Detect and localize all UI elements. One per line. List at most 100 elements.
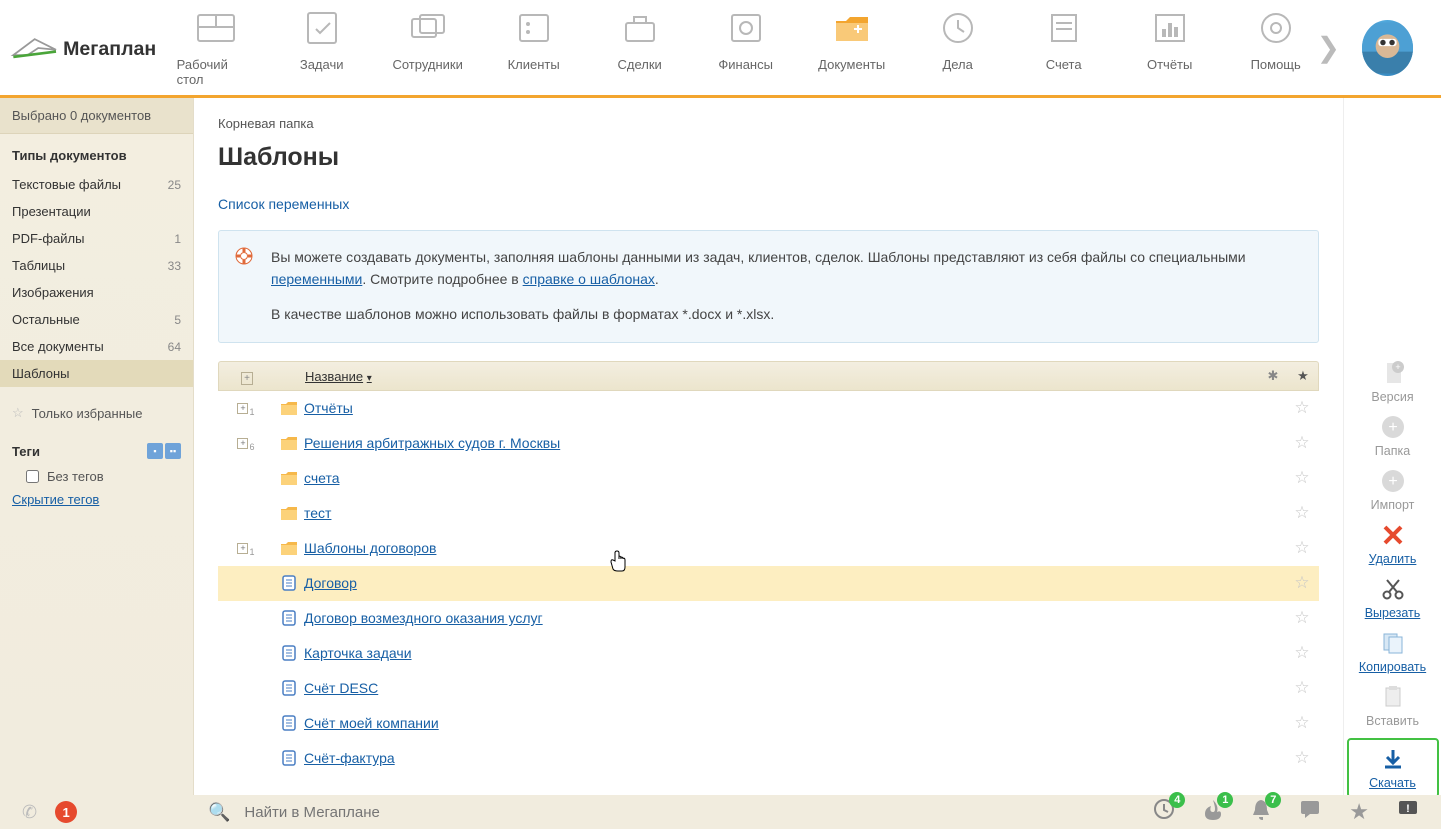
notif-bell-icon[interactable]: 7 <box>1251 798 1271 826</box>
row-star-icon[interactable] <box>1285 643 1319 663</box>
templates-help-link[interactable]: справке о шаблонах <box>523 271 655 287</box>
notif-fire-icon[interactable]: 1 <box>1203 798 1223 826</box>
row-link[interactable]: Шаблоны договоров <box>304 540 436 556</box>
row-star-icon[interactable] <box>1285 713 1319 733</box>
no-tags-checkbox[interactable] <box>26 470 39 483</box>
row-star-icon[interactable] <box>1285 503 1319 523</box>
sidebar-item-type[interactable]: Остальные5 <box>0 306 193 333</box>
row-link[interactable]: Счёт моей компании <box>304 715 439 731</box>
table-row[interactable]: +1 Отчёты <box>218 391 1319 426</box>
sidebar-item-templates[interactable]: Шаблоны <box>0 360 193 387</box>
settings-gear-icon[interactable]: ✱ <box>1258 368 1288 384</box>
nav-finance[interactable]: Финансы <box>707 9 785 87</box>
nav-more-chevron-icon[interactable]: ❯ <box>1315 31 1342 64</box>
row-link[interactable]: Договор <box>304 575 357 591</box>
rail-import[interactable]: + Импорт <box>1353 468 1433 512</box>
phone-icon[interactable]: ✆ <box>22 802 37 823</box>
nav-label: Дела <box>942 57 972 72</box>
bb-star-icon[interactable]: ★ <box>1349 799 1369 825</box>
notif-chat-icon[interactable]: 4 <box>1153 798 1175 826</box>
row-star-icon[interactable] <box>1285 468 1319 488</box>
sidebar-tags-header: Теги <box>12 444 40 459</box>
nav-employees[interactable]: Сотрудники <box>389 9 467 87</box>
nav-clients[interactable]: Клиенты <box>495 9 573 87</box>
rail-folder[interactable]: + Папка <box>1353 414 1433 458</box>
row-link[interactable]: Счёт-фактура <box>304 750 395 766</box>
row-star-icon[interactable] <box>1285 678 1319 698</box>
nav-reports[interactable]: Отчёты <box>1131 9 1209 87</box>
variables-list-link[interactable]: Список переменных <box>218 196 349 212</box>
sidebar-favorites-toggle[interactable]: Только избранные <box>0 397 193 429</box>
list-header: + Название ▾ ✱ ★ <box>218 361 1319 391</box>
bb-feedback-icon[interactable]: ! <box>1397 799 1419 825</box>
no-tags-label: Без тегов <box>47 469 104 484</box>
column-star-header[interactable]: ★ <box>1288 368 1318 384</box>
rail-copy[interactable]: Копировать <box>1353 630 1433 674</box>
row-expand-icon[interactable]: +1 <box>218 403 274 414</box>
row-link[interactable]: тест <box>304 505 331 521</box>
table-row[interactable]: Счёт DESC <box>218 671 1319 706</box>
table-row[interactable]: Счёт-фактура <box>218 741 1319 776</box>
nav-documents[interactable]: Документы <box>813 9 891 87</box>
row-star-icon[interactable] <box>1285 538 1319 558</box>
rail-version[interactable]: + Версия <box>1353 360 1433 404</box>
sidebar-item-label: Все документы <box>12 339 104 354</box>
table-row[interactable]: счета <box>218 461 1319 496</box>
tag-view-multi-icon[interactable]: ▪▪ <box>165 443 181 459</box>
row-star-icon[interactable] <box>1285 573 1319 593</box>
sidebar-hide-tags-link[interactable]: Скрытие тегов <box>0 488 193 511</box>
table-row[interactable]: +1 Шаблоны договоров <box>218 531 1319 566</box>
sidebar-item-type[interactable]: Текстовые файлы25 <box>0 171 193 198</box>
row-link[interactable]: счета <box>304 470 340 486</box>
table-row[interactable]: Договор <box>218 566 1319 601</box>
bb-comments-icon[interactable] <box>1299 799 1321 825</box>
table-row[interactable]: +6 Решения арбитражных судов г. Москвы <box>218 426 1319 461</box>
tag-view-single-icon[interactable]: ▪ <box>147 443 163 459</box>
sidebar-item-type[interactable]: PDF-файлы1 <box>0 225 193 252</box>
row-link[interactable]: Счёт DESC <box>304 680 378 696</box>
expand-all-icon[interactable]: + <box>219 369 275 384</box>
nav-desktop[interactable]: Рабочий стол <box>177 9 255 87</box>
table-row[interactable]: Счёт моей компании <box>218 706 1319 741</box>
row-link[interactable]: Договор возмездного оказания услуг <box>304 610 543 626</box>
row-link[interactable]: Решения арбитражных судов г. Москвы <box>304 435 560 451</box>
logo[interactable]: Мегаплан <box>0 23 177 73</box>
rail-download[interactable]: Скачать <box>1347 738 1439 798</box>
user-avatar[interactable] <box>1362 20 1413 76</box>
row-link[interactable]: Карточка задачи <box>304 645 412 661</box>
row-star-icon[interactable] <box>1285 748 1319 768</box>
nav-invoices[interactable]: Счета <box>1025 9 1103 87</box>
row-expand-icon[interactable]: +6 <box>218 438 274 449</box>
variables-link[interactable]: переменными <box>271 271 362 287</box>
nav-deals[interactable]: Сделки <box>601 9 679 87</box>
nav-todo[interactable]: Дела <box>919 9 997 87</box>
sidebar-item-type[interactable]: Презентации <box>0 198 193 225</box>
table-row[interactable]: тест <box>218 496 1319 531</box>
list-body: +1 Отчёты +6 Решения арбитражных судов г. М… <box>218 391 1319 776</box>
sidebar-item-type[interactable]: Все документы64 <box>0 333 193 360</box>
rail-paste[interactable]: Вставить <box>1353 684 1433 728</box>
row-star-icon[interactable] <box>1285 398 1319 418</box>
nav-tasks[interactable]: Задачи <box>283 9 361 87</box>
row-link[interactable]: Отчёты <box>304 400 353 416</box>
search-input[interactable] <box>244 804 987 821</box>
rail-delete[interactable]: Удалить <box>1353 522 1433 566</box>
row-star-icon[interactable] <box>1285 433 1319 453</box>
nav-help[interactable]: Помощь <box>1237 9 1315 87</box>
global-search[interactable]: 🔍 <box>194 795 1001 829</box>
row-star-icon[interactable] <box>1285 608 1319 628</box>
notification-badge[interactable]: 1 <box>55 801 77 823</box>
row-expand-icon[interactable]: +1 <box>218 543 274 554</box>
search-icon: 🔍 <box>208 802 230 823</box>
sidebar-no-tags[interactable]: Без тегов <box>0 465 193 488</box>
sidebar-item-type[interactable]: Таблицы33 <box>0 252 193 279</box>
rail-cut[interactable]: Вырезать <box>1353 576 1433 620</box>
sidebar-item-type[interactable]: Изображения <box>0 279 193 306</box>
table-row[interactable]: Договор возмездного оказания услуг <box>218 601 1319 636</box>
paste-icon <box>1380 684 1406 710</box>
breadcrumb[interactable]: Корневая папка <box>218 116 1319 131</box>
column-name-header[interactable]: Название ▾ <box>275 369 1258 384</box>
nav-items: Рабочий стол Задачи Сотрудники Клиенты С… <box>177 9 1315 87</box>
table-row[interactable]: Карточка задачи <box>218 636 1319 671</box>
nav-label: Отчёты <box>1147 57 1192 72</box>
